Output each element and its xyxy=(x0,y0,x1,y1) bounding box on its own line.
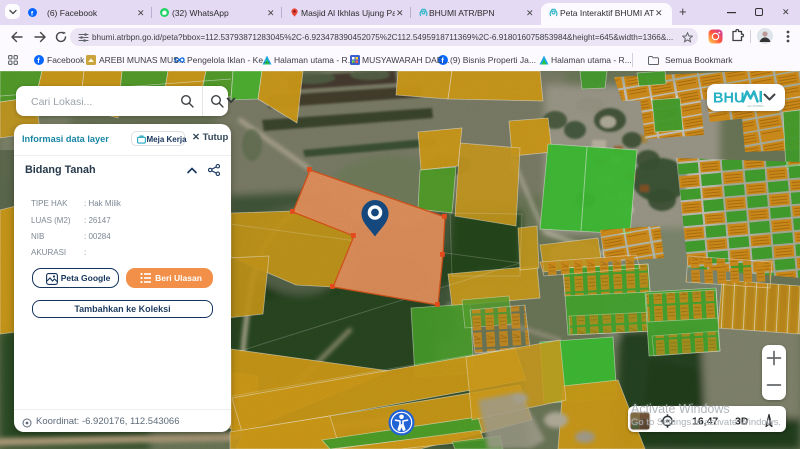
svg-text:oleh ATR/BPN: oleh ATR/BPN xyxy=(747,104,764,108)
svg-text:BHU: BHU xyxy=(713,91,744,107)
